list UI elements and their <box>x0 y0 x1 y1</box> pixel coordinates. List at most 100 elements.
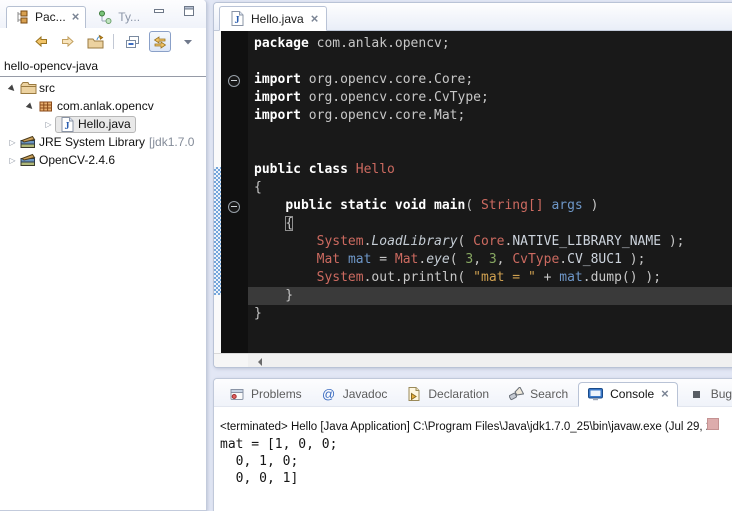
tree-item-label: OpenCV-2.4.6 <box>39 153 115 167</box>
scroll-left-arrow[interactable] <box>254 358 262 366</box>
fold-marker[interactable] <box>228 201 240 213</box>
view-window-buttons <box>150 6 198 17</box>
bottom-tab-bug-explorer[interactable]: Bug Explorer <box>680 383 732 406</box>
tree-item-hello-java[interactable]: ▷JHello.java <box>0 115 206 133</box>
tree-item-src[interactable]: ▶ src <box>0 79 206 97</box>
tree-item-opencv-2-4-6[interactable]: ▷ OpenCV-2.4.6 <box>0 151 206 169</box>
svg-text:@: @ <box>322 387 335 401</box>
bottom-tab-problems[interactable]: Problems <box>220 383 310 406</box>
tree-item-jre-system-library[interactable]: ▷JRE System Library[jdk1.7.0 <box>0 133 206 151</box>
console-output-line: 0, 1, 0; <box>220 453 732 470</box>
tree-selection: JHello.java <box>55 116 136 133</box>
bottom-tab-bar: Problems @ Javadoc Declaration Search Console… <box>214 379 732 407</box>
folder-up-icon <box>86 34 104 49</box>
horizontal-scrollbar[interactable] <box>214 353 732 368</box>
link-editor-icon <box>151 35 169 49</box>
declaration-icon <box>405 387 423 401</box>
scrollbar-pad <box>214 354 248 368</box>
tree-expand-arrow[interactable]: ▷ <box>6 138 19 147</box>
close-icon[interactable]: × <box>72 12 80 22</box>
code-line: import org.opencv.core.Core; <box>248 71 732 89</box>
bottom-tab-declaration[interactable]: Declaration <box>397 383 497 406</box>
code-line: System.out.println( "mat = " + mat.dump(… <box>248 269 732 287</box>
view-tab-label: Pac... <box>35 10 66 24</box>
console-status-line: <terminated> Hello [Java Application] C:… <box>214 407 732 436</box>
code-line: import org.opencv.core.Mat; <box>248 107 732 125</box>
arrow-left-icon <box>32 34 50 49</box>
java-file-icon: J <box>58 117 76 132</box>
editor-panel: J Hello.java × package com.anlak.opencv;… <box>213 2 732 368</box>
close-icon[interactable]: × <box>311 14 319 24</box>
code-line: { <box>248 179 732 197</box>
javadoc-icon: @ <box>320 387 338 401</box>
bottom-tab-javadoc[interactable]: @ Javadoc <box>312 383 396 406</box>
bottom-tab-label: Problems <box>251 387 302 401</box>
tree-expand-arrow[interactable]: ▶ <box>5 80 21 96</box>
tree-expand-arrow[interactable]: ▷ <box>6 156 19 165</box>
console-output[interactable]: mat = [1, 0, 0; 0, 1, 0; 0, 0, 1] <box>214 436 732 487</box>
tree-item-label: src <box>39 81 55 95</box>
library-icon <box>19 135 37 149</box>
source-folder-icon <box>19 81 37 95</box>
collapse-all-button[interactable] <box>122 32 142 51</box>
code-line: } <box>248 287 732 305</box>
editor-tab-hello-java[interactable]: J Hello.java × <box>219 6 327 31</box>
console-icon <box>587 388 605 401</box>
tree-expand-arrow[interactable]: ▷ <box>42 120 55 129</box>
tree-expand-arrow[interactable]: ▶ <box>23 98 39 114</box>
maximize-button[interactable] <box>180 6 198 17</box>
project-label[interactable]: hello-opencv-java <box>0 55 206 77</box>
minimize-button[interactable] <box>150 6 168 17</box>
tree-item-content: com.anlak.opencv <box>37 99 154 113</box>
java-file-icon: J <box>228 11 246 26</box>
eclipse-workbench: Pac... × Ty... hello-opencv-java ▶src▶co… <box>0 0 732 511</box>
code-line: Mat mat = Mat.eye( 3, 3, CvType.CV_8UC1 … <box>248 251 732 269</box>
library-icon <box>19 153 37 167</box>
code-line <box>248 125 732 143</box>
bottom-tab-console[interactable]: Console× <box>578 382 678 407</box>
type-hierarchy-icon <box>96 10 114 24</box>
console-output-line: mat = [1, 0, 0; <box>220 436 732 453</box>
triangle-down-icon <box>179 38 197 46</box>
code-area[interactable]: package com.anlak.opencv;import org.open… <box>248 31 732 353</box>
link-with-editor-button[interactable] <box>149 31 171 52</box>
toolbar-separator <box>113 34 114 49</box>
editor-tab-label: Hello.java <box>251 12 304 26</box>
search-icon <box>507 387 525 401</box>
view-tab-label: Ty... <box>118 10 140 24</box>
view-tab-package-explorer[interactable]: Pac... × <box>6 6 86 28</box>
fold-marker[interactable] <box>228 75 240 87</box>
bottom-tab-label: Javadoc <box>343 387 388 401</box>
view-tab-bar: Pac... × Ty... <box>0 0 206 28</box>
code-line <box>248 143 732 161</box>
fold-gutter[interactable] <box>221 31 248 353</box>
plugin-square-icon <box>688 390 706 399</box>
svg-text:J: J <box>64 121 69 132</box>
tree-item-suffix: [jdk1.7.0 <box>149 135 194 149</box>
view-menu-button[interactable] <box>178 32 198 51</box>
problems-icon <box>228 388 246 401</box>
arrow-right-icon <box>59 34 77 49</box>
code-line: import org.opencv.core.CvType; <box>248 89 732 107</box>
svg-text:J: J <box>234 15 239 26</box>
forward-button[interactable] <box>58 32 78 51</box>
annotation-ruler[interactable] <box>214 31 221 353</box>
up-button[interactable] <box>85 32 105 51</box>
collapse-all-icon <box>123 35 141 49</box>
editor-body: package com.anlak.opencv;import org.open… <box>214 31 732 353</box>
console-output-line: 0, 0, 1] <box>220 470 732 487</box>
code-line <box>248 53 732 71</box>
bottom-tab-search[interactable]: Search <box>499 383 576 406</box>
bottom-tab-label: Search <box>530 387 568 401</box>
terminate-button[interactable] <box>707 418 719 430</box>
package-explorer-icon <box>13 10 31 24</box>
close-icon[interactable]: × <box>661 389 669 399</box>
tree-item-label: com.anlak.opencv <box>57 99 154 113</box>
package-explorer-toolbar <box>0 28 206 55</box>
range-indicator <box>214 167 221 295</box>
view-tab-type-hierarchy[interactable]: Ty... <box>90 7 146 28</box>
back-button[interactable] <box>31 32 51 51</box>
tree-item-com-anlak-opencv[interactable]: ▶ com.anlak.opencv <box>0 97 206 115</box>
code-line: System.LoadLibrary( Core.NATIVE_LIBRARY_… <box>248 233 732 251</box>
code-line: } <box>248 305 732 323</box>
